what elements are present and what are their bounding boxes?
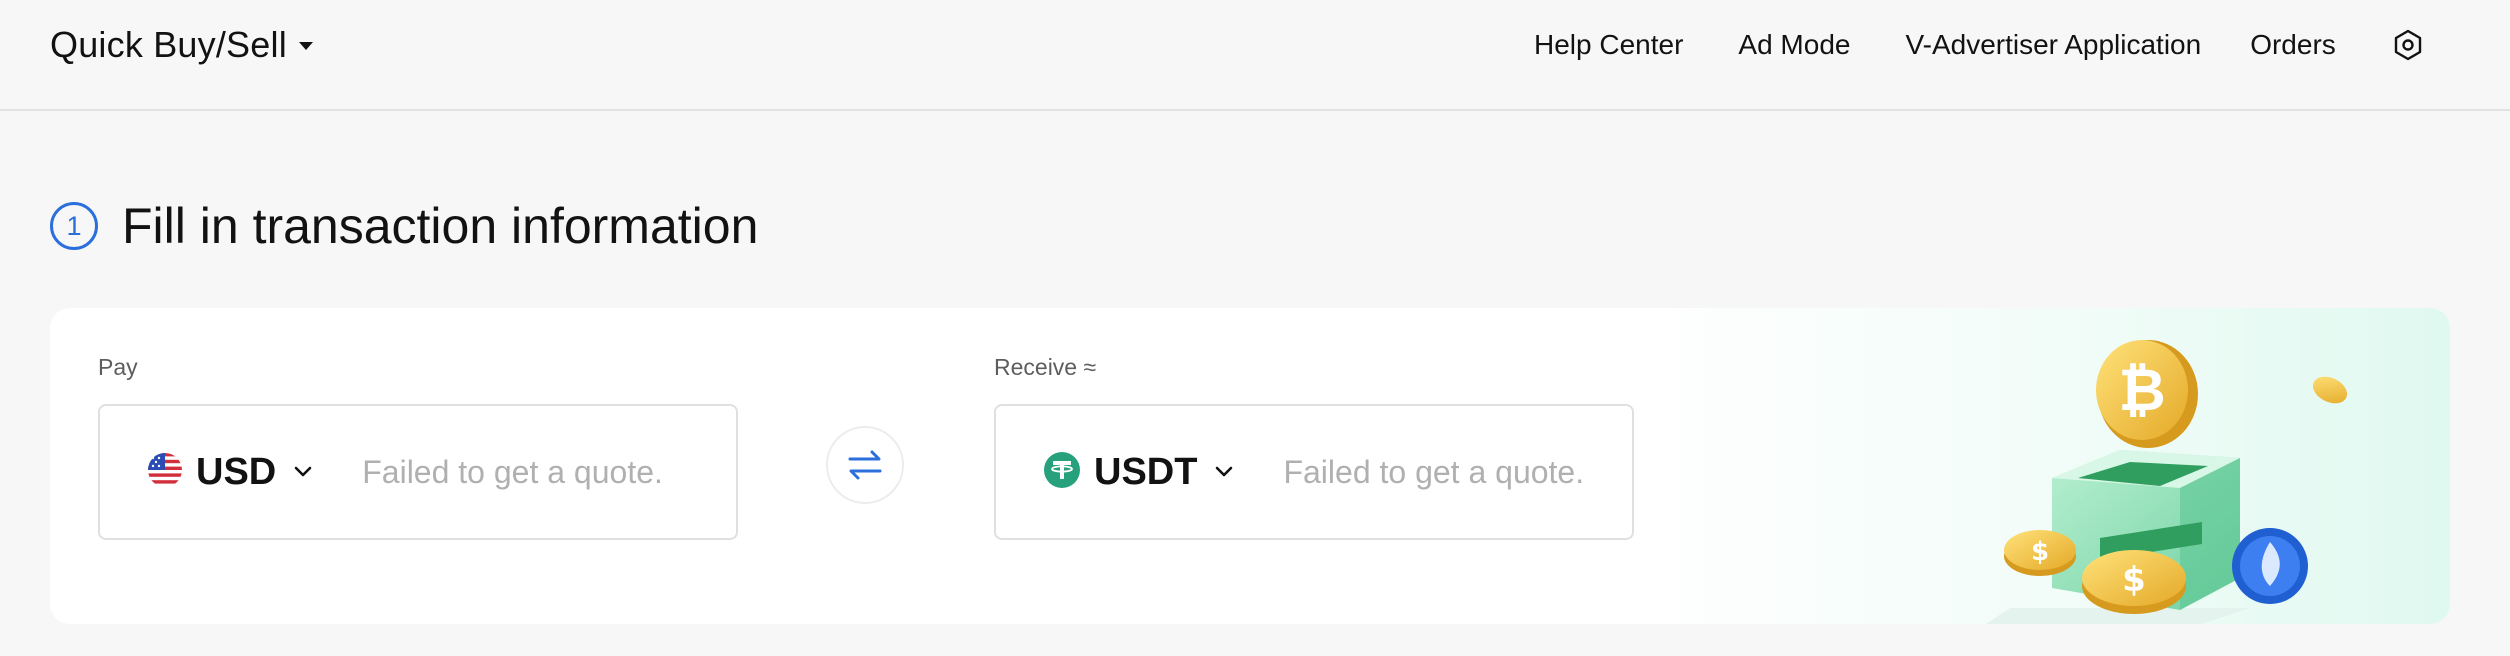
chevron-down-icon — [294, 466, 312, 477]
nav-ad-mode[interactable]: Ad Mode — [1738, 29, 1850, 61]
receive-currency-code: USDT — [1094, 450, 1198, 493]
step-title: Fill in transaction information — [122, 198, 759, 254]
swap-button[interactable] — [826, 426, 904, 504]
receive-field: USDT — [994, 404, 1634, 540]
pay-amount-input[interactable] — [362, 453, 703, 491]
brand-title: Quick Buy/Sell — [50, 24, 287, 65]
transaction-card: Pay USD Failed to get a quote. Receive ≈… — [50, 308, 2450, 624]
settings-icon[interactable] — [2391, 28, 2425, 62]
step-number-badge: 1 — [50, 202, 98, 250]
swap-arrows-icon — [848, 450, 882, 480]
tether-icon — [1044, 451, 1080, 493]
svg-text:$: $ — [2122, 560, 2146, 600]
svg-text:$: $ — [2031, 537, 2049, 567]
receive-amount-input[interactable] — [1283, 453, 1624, 491]
top-nav: Help Center Ad Mode V-Advertiser Applica… — [1534, 20, 2425, 70]
caret-down-icon — [298, 42, 313, 50]
nav-v-advertiser-application[interactable]: V-Advertiser Application — [1905, 29, 2201, 61]
pay-currency-selector[interactable]: USD — [148, 451, 312, 494]
receive-label: Receive ≈ — [994, 354, 1097, 380]
chevron-down-icon — [1216, 466, 1233, 477]
quick-buy-sell-menu[interactable]: Quick Buy/Sell — [50, 20, 313, 70]
step-header: 1 Fill in transaction information — [50, 196, 758, 256]
pay-field: USD — [98, 404, 738, 540]
crypto-box-illustration: ₿ $ $ — [1986, 340, 2348, 624]
top-header: Quick Buy/Sell Help Center Ad Mode V-Adv… — [0, 0, 2510, 111]
svg-text:₿: ₿ — [2118, 356, 2165, 424]
nav-help-center[interactable]: Help Center — [1534, 29, 1683, 61]
pay-label: Pay — [98, 354, 138, 380]
pay-currency-code: USD — [196, 450, 277, 493]
receive-currency-selector[interactable]: USDT — [1044, 451, 1233, 494]
us-flag-icon — [148, 452, 182, 492]
nav-orders[interactable]: Orders — [2250, 29, 2336, 61]
